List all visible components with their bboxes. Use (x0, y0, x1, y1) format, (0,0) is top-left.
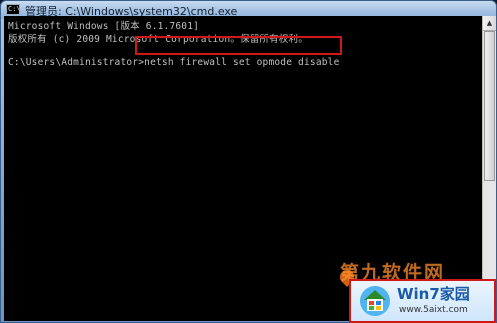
house-logo-icon (360, 286, 390, 316)
watermark-badge: Win7家园 www.5aixt.com (349, 279, 496, 323)
scroll-thumb[interactable] (484, 31, 495, 181)
watermark-badge-title: Win7家园 (397, 285, 470, 303)
command-highlight-box (135, 36, 342, 55)
watermark-badge-url: www.5aixt.com (399, 305, 468, 315)
console-line-command: C:\Users\Administrator>netsh firewall se… (8, 57, 340, 68)
vertical-scrollbar[interactable]: ▲ (482, 16, 496, 321)
console-line-version: Microsoft Windows [版本 6.1.7601] (8, 21, 200, 32)
cmd-app-icon[interactable]: C:\ (6, 4, 20, 15)
scroll-up-arrow-icon[interactable]: ▲ (483, 16, 496, 31)
